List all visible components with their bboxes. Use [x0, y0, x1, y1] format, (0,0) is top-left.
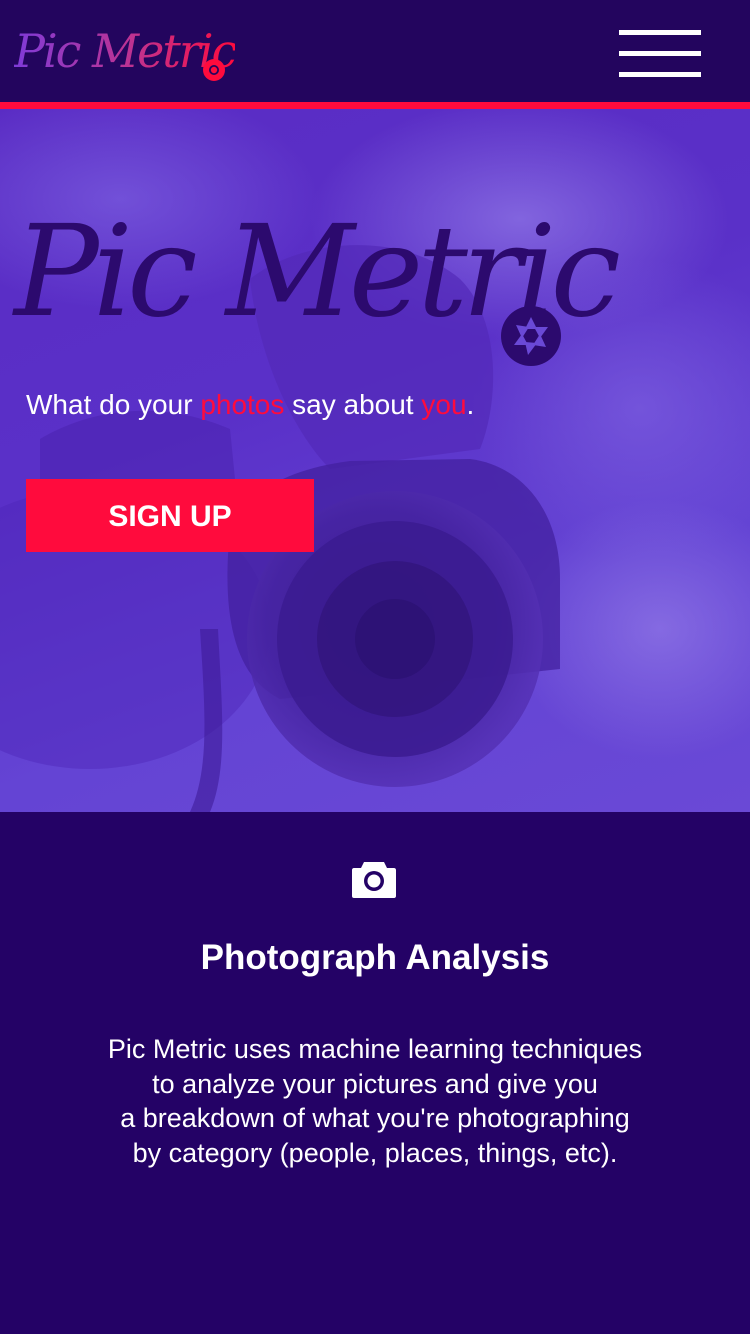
feature-title: Photograph Analysis — [200, 938, 550, 977]
hamburger-menu-button[interactable] — [612, 24, 708, 82]
hero-tagline: What do your photos say about you. — [26, 389, 474, 421]
tagline-text: What do your — [26, 389, 201, 420]
aperture-icon — [203, 59, 225, 81]
feature-description-line: by category (people, places, things, etc… — [132, 1137, 618, 1168]
feature-description-line: to analyze your pictures and give you — [152, 1068, 598, 1099]
feature-description-line: a breakdown of what you're photographing — [120, 1103, 630, 1133]
signup-button[interactable]: SIGN UP — [26, 479, 314, 552]
feature-section: Photograph Analysis Pic Metric uses mach… — [0, 812, 750, 1334]
header-logo[interactable]: Pic Metric — [14, 14, 237, 88]
tagline-accent-you: you — [421, 389, 467, 420]
top-navigation-bar: Pic Metric — [0, 0, 750, 102]
aperture-icon — [501, 306, 561, 366]
camera-icon — [352, 862, 396, 898]
feature-description-line: Pic Metric uses machine learning techniq… — [107, 1034, 643, 1064]
tagline-text: say about — [284, 389, 422, 420]
hero-section: Pic Metric What do your photos say about… — [0, 109, 750, 812]
tagline-accent-photos: photos — [200, 389, 285, 420]
feature-description: Pic Metric uses machine learning techniq… — [50, 1032, 700, 1170]
header-divider — [0, 102, 750, 109]
tagline-period: . — [466, 389, 475, 420]
